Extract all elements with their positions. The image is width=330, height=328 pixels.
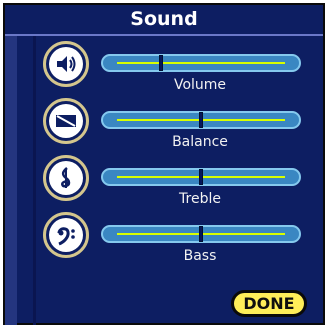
balance-row: Balance [5,93,323,150]
done-button[interactable]: DONE [231,290,307,317]
balance-slider-thumb[interactable] [199,112,203,128]
treble-label: Treble [179,191,221,207]
bass-slider-thumb[interactable] [199,226,203,242]
volume-row: Volume [5,36,323,93]
treble-row: Treble [5,150,323,207]
window-title: Sound [5,5,323,36]
bass-row: Bass [5,207,323,264]
volume-slider-thumb[interactable] [158,55,163,71]
treble-clef-icon-glyph [61,167,71,188]
balance-label: Balance [172,134,228,150]
speaker-icon-glyph [57,56,76,72]
treble-slider-thumb[interactable] [199,169,203,185]
volume-label: Volume [173,77,227,93]
bass-label: Bass [183,248,217,264]
bass-slider[interactable] [101,225,301,243]
bass-clef-icon-glyph [57,227,75,246]
bass-clef-icon[interactable] [43,212,89,258]
speaker-icon[interactable] [43,41,89,87]
balance-slider[interactable] [101,111,301,129]
volume-slider[interactable] [101,54,301,72]
sound-window: Sound Volume Balance Treble Bass DONE [3,3,325,325]
treble-clef-icon[interactable] [43,155,89,201]
balance-icon-glyph [56,115,76,127]
balance-icon[interactable] [43,98,89,144]
treble-slider[interactable] [101,168,301,186]
